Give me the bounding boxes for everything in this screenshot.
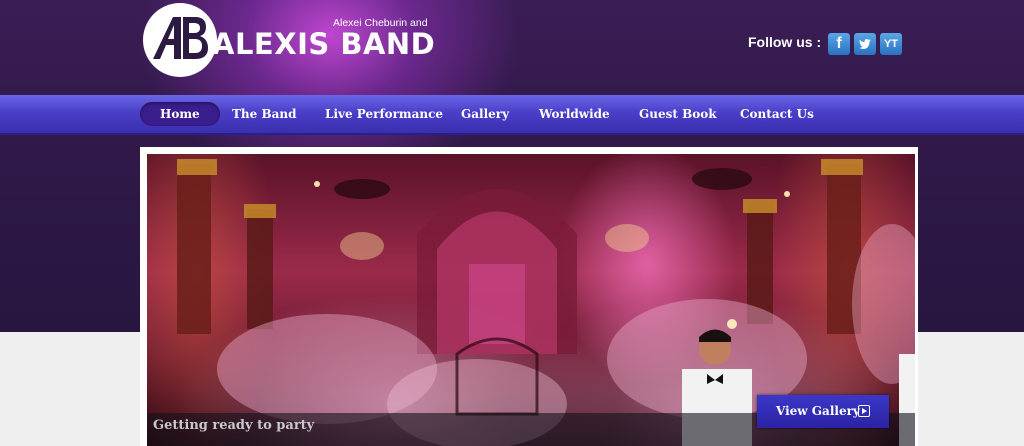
- youtube-icon[interactable]: YT: [880, 33, 902, 55]
- view-gallery-button[interactable]: View Gallery: [757, 395, 889, 428]
- facebook-icon[interactable]: f: [828, 33, 850, 55]
- twitter-bird-icon: [859, 39, 871, 49]
- slide-caption: Getting ready to party: [153, 418, 315, 433]
- nav-item-contact-us[interactable]: Contact Us: [740, 102, 814, 126]
- nav-item-gallery[interactable]: Gallery: [461, 102, 509, 126]
- nav-item-live-performance[interactable]: Live Performance: [325, 102, 443, 126]
- nav-item-home[interactable]: Home: [140, 102, 220, 126]
- main-navigation: Home The Band Live Performance Gallery W…: [0, 95, 1024, 135]
- view-gallery-label: View Gallery: [776, 404, 860, 418]
- play-icon: [858, 405, 870, 417]
- nav-item-guest-book[interactable]: Guest Book: [639, 102, 717, 126]
- nav-item-the-band[interactable]: The Band: [232, 102, 297, 126]
- follow-us-label: Follow us :: [748, 34, 822, 50]
- ab-monogram-icon: [153, 17, 208, 59]
- brand-name: ALEXIS BAND: [212, 27, 436, 61]
- logo-mark[interactable]: [143, 3, 217, 77]
- nav-item-worldwide[interactable]: Worldwide: [539, 102, 610, 126]
- twitter-icon[interactable]: [854, 33, 876, 55]
